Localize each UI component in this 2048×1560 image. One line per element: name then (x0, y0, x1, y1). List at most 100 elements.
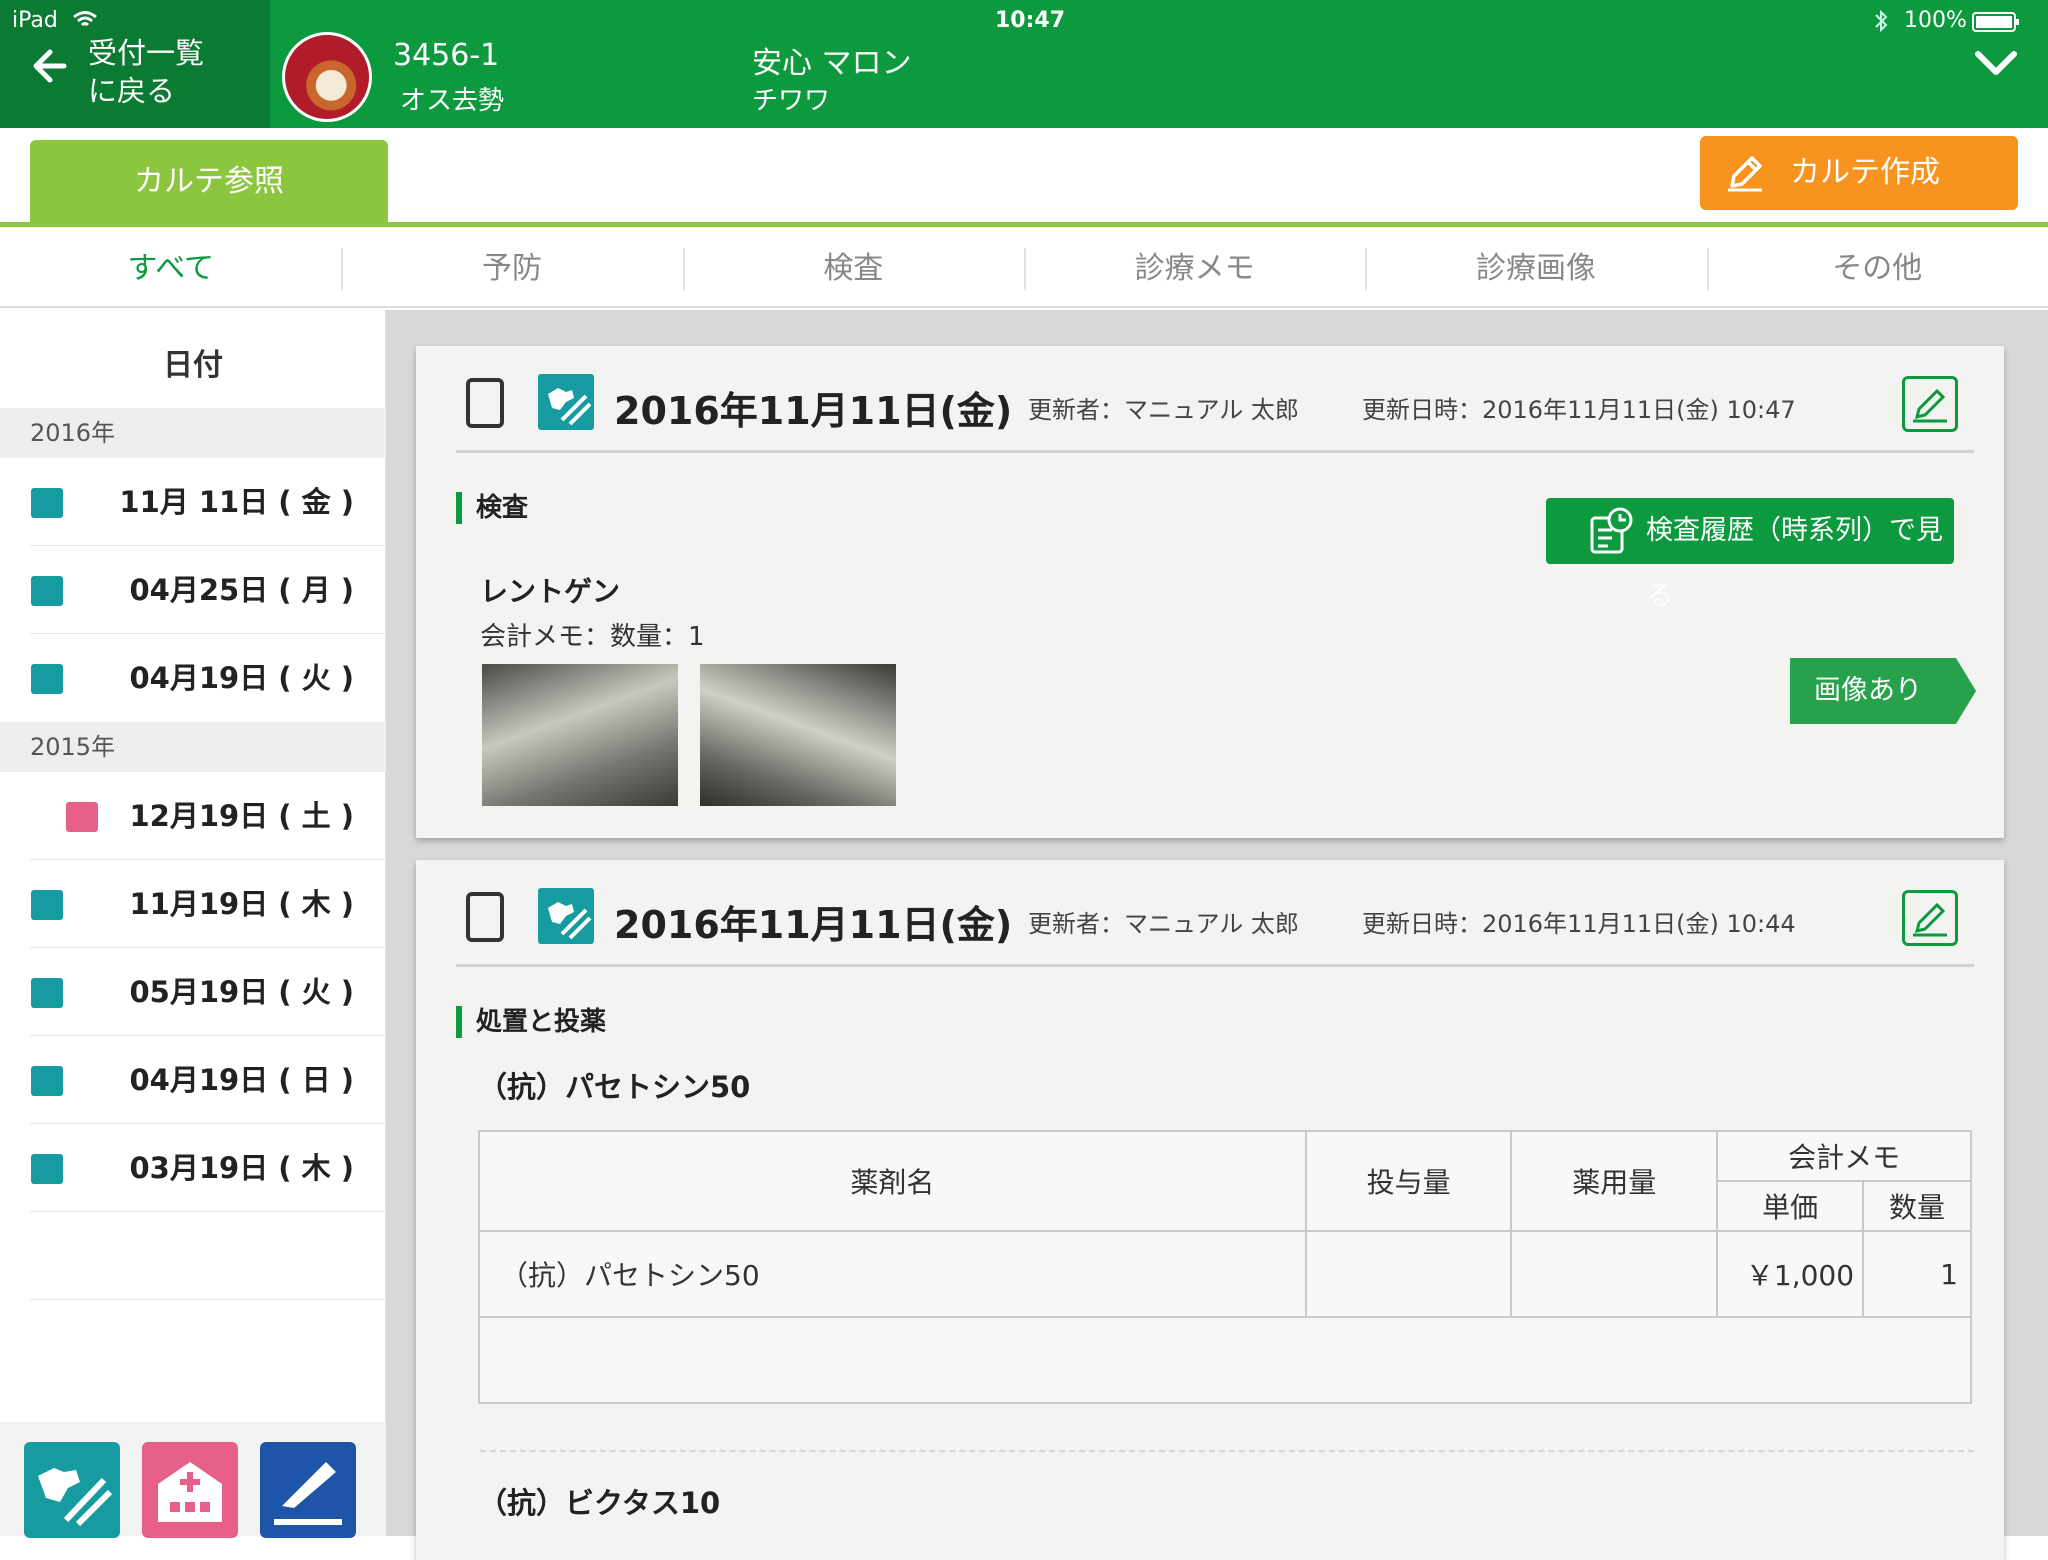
date-sidebar: 日付 2016年 11月 11日 ( 金 ) 04月25日 ( 月 ) 04月1… (0, 310, 386, 1538)
section-title: 検査 (456, 492, 528, 524)
col-billing-memo: 会計メモ (1716, 1130, 1972, 1182)
patient-name: 安心 マロン (752, 46, 912, 81)
filter-medical-memo[interactable]: 診療メモ (1023, 230, 1365, 306)
treatment-button[interactable] (24, 1442, 120, 1538)
hospital-icon (158, 1462, 222, 1522)
sidebar-title: 日付 (163, 348, 223, 383)
tab-chart-view[interactable]: カルテ参照 (30, 140, 388, 224)
edit-record-button[interactable] (1902, 376, 1958, 432)
date-item[interactable]: 12月19日 ( 土 ) (30, 772, 386, 860)
filter-examination[interactable]: 検査 (682, 230, 1024, 306)
date-label: 11月 11日 ( 金 ) (119, 485, 354, 519)
divider (0, 222, 2048, 227)
treatment-icon (538, 374, 594, 430)
drug-title: （抗）パセトシン50 (478, 1070, 751, 1104)
table-row: （抗）パセトシン50 ￥1,000 1 (478, 1230, 1972, 1318)
create-chart-label: カルテ作成 (1790, 155, 1940, 190)
col-unit-price: 単価 (1716, 1180, 1865, 1232)
updater: 更新者：マニュアル 太郎 (1028, 396, 1299, 424)
hospital-icon (66, 802, 98, 832)
quantity-cell: 1 (1862, 1230, 1972, 1318)
pencil-icon (1728, 156, 1762, 192)
drug-name-cell: （抗）パセトシン50 (478, 1230, 1307, 1318)
treatment-icon (31, 1154, 63, 1184)
treatment-icon (31, 1066, 63, 1096)
unit-price-cell: ￥1,000 (1716, 1230, 1865, 1318)
col-drug-name: 薬剤名 (478, 1130, 1307, 1232)
date-item[interactable]: 04月25日 ( 月 ) (30, 546, 386, 634)
has-images-badge[interactable]: 画像あり (1790, 658, 1976, 724)
divider (456, 964, 1974, 967)
treatment-icon (31, 978, 63, 1008)
treatment-icon (31, 488, 63, 518)
app-header: 受付一覧 に戻る iPad 10:47 100% 3456-1 オス去勢 安心 … (0, 0, 2048, 128)
year-header: 2015年 (0, 722, 386, 772)
patient-sex: オス去勢 (400, 86, 505, 116)
date-label: 11月19日 ( 木 ) (129, 887, 354, 921)
filter-all[interactable]: すべて (0, 230, 341, 306)
xray-thumbnail[interactable] (482, 664, 678, 806)
bluetooth-icon (1875, 9, 1888, 33)
date-item[interactable]: 05月19日 ( 火 ) (30, 948, 386, 1036)
medication-table: 薬剤名 投与量 薬用量 会計メモ 単価 数量 （抗）パセトシン50 ￥1,000… (478, 1130, 1972, 1404)
col-usage: 薬用量 (1510, 1130, 1719, 1232)
filter-medical-images[interactable]: 診療画像 (1365, 230, 1706, 306)
date-item[interactable]: 03月19日 ( 木 ) (30, 1124, 386, 1212)
device-label: iPad (12, 8, 58, 33)
drug-title: （抗）ビクタス10 (478, 1486, 721, 1520)
date-label: 03月19日 ( 木 ) (129, 1151, 354, 1185)
divider (456, 450, 1974, 453)
exam-history-button[interactable]: 検査履歴（時系列）で見る (1546, 498, 1954, 612)
edit-record-button[interactable] (1902, 890, 1958, 946)
updated-at: 更新日時：2016年11月11日(金) 10:44 (1362, 910, 1796, 938)
empty-row (30, 1300, 386, 1388)
treatment-icon (538, 888, 594, 944)
xray-thumbnail[interactable] (700, 664, 896, 806)
date-label: 04月25日 ( 月 ) (129, 573, 354, 607)
dog-icon (38, 1468, 113, 1527)
empty-cell (478, 1316, 1972, 1404)
updated-at: 更新日時：2016年11月11日(金) 10:47 (1362, 396, 1796, 424)
tablet-icon (466, 892, 504, 942)
section-title: 処置と投薬 (456, 1006, 606, 1038)
item-name: レントゲン (480, 575, 621, 608)
hospital-button[interactable] (142, 1442, 238, 1538)
year-header: 2016年 (0, 408, 386, 458)
chevron-down-icon[interactable] (1972, 48, 2020, 78)
date-label: 12月19日 ( 土 ) (129, 799, 354, 833)
date-item[interactable]: 11月 11日 ( 金 ) (30, 458, 386, 546)
date-label: 04月19日 ( 火 ) (129, 661, 354, 695)
back-arrow-icon (33, 49, 67, 83)
filter-prevention[interactable]: 予防 (341, 230, 682, 306)
filter-tabs: すべて 予防 検査 診療メモ 診療画像 その他 (0, 230, 2048, 308)
battery-label: 100% (1904, 8, 1967, 33)
tablet-icon (466, 378, 504, 428)
create-chart-button[interactable]: カルテ作成 (1700, 136, 2018, 210)
usage-cell (1510, 1230, 1719, 1318)
patient-id: 3456-1 (393, 38, 500, 73)
empty-row (30, 1212, 386, 1300)
wifi-icon (73, 11, 97, 27)
pet-avatar[interactable] (282, 32, 372, 122)
date-item[interactable]: 04月19日 ( 火 ) (30, 634, 386, 722)
exam-history-label: 検査履歴（時系列）で見る (1646, 515, 1943, 612)
pencil-icon (1913, 388, 1947, 423)
back-label: 受付一覧 に戻る (88, 36, 205, 108)
battery-icon (1972, 12, 2019, 32)
record-date: 2016年11月11日(金) (614, 389, 1013, 433)
col-quantity: 数量 (1862, 1180, 1972, 1232)
updater: 更新者：マニュアル 太郎 (1028, 910, 1299, 938)
history-clock-icon (1590, 507, 1633, 554)
divider (480, 1450, 1974, 1452)
surgery-button[interactable] (260, 1442, 356, 1538)
dose-cell (1304, 1230, 1513, 1318)
record-card: 2016年11月11日(金) 更新者：マニュアル 太郎 更新日時：2016年11… (416, 346, 2004, 838)
records-panel: 2016年11月11日(金) 更新者：マニュアル 太郎 更新日時：2016年11… (386, 310, 2048, 1560)
clock: 10:47 (995, 8, 1066, 33)
treatment-icon (31, 576, 63, 606)
record-date: 2016年11月11日(金) (614, 903, 1013, 947)
date-item[interactable]: 11月19日 ( 木 ) (30, 860, 386, 948)
filter-other[interactable]: その他 (1706, 230, 2048, 306)
date-item[interactable]: 04月19日 ( 日 ) (30, 1036, 386, 1124)
treatment-icon (31, 890, 63, 920)
